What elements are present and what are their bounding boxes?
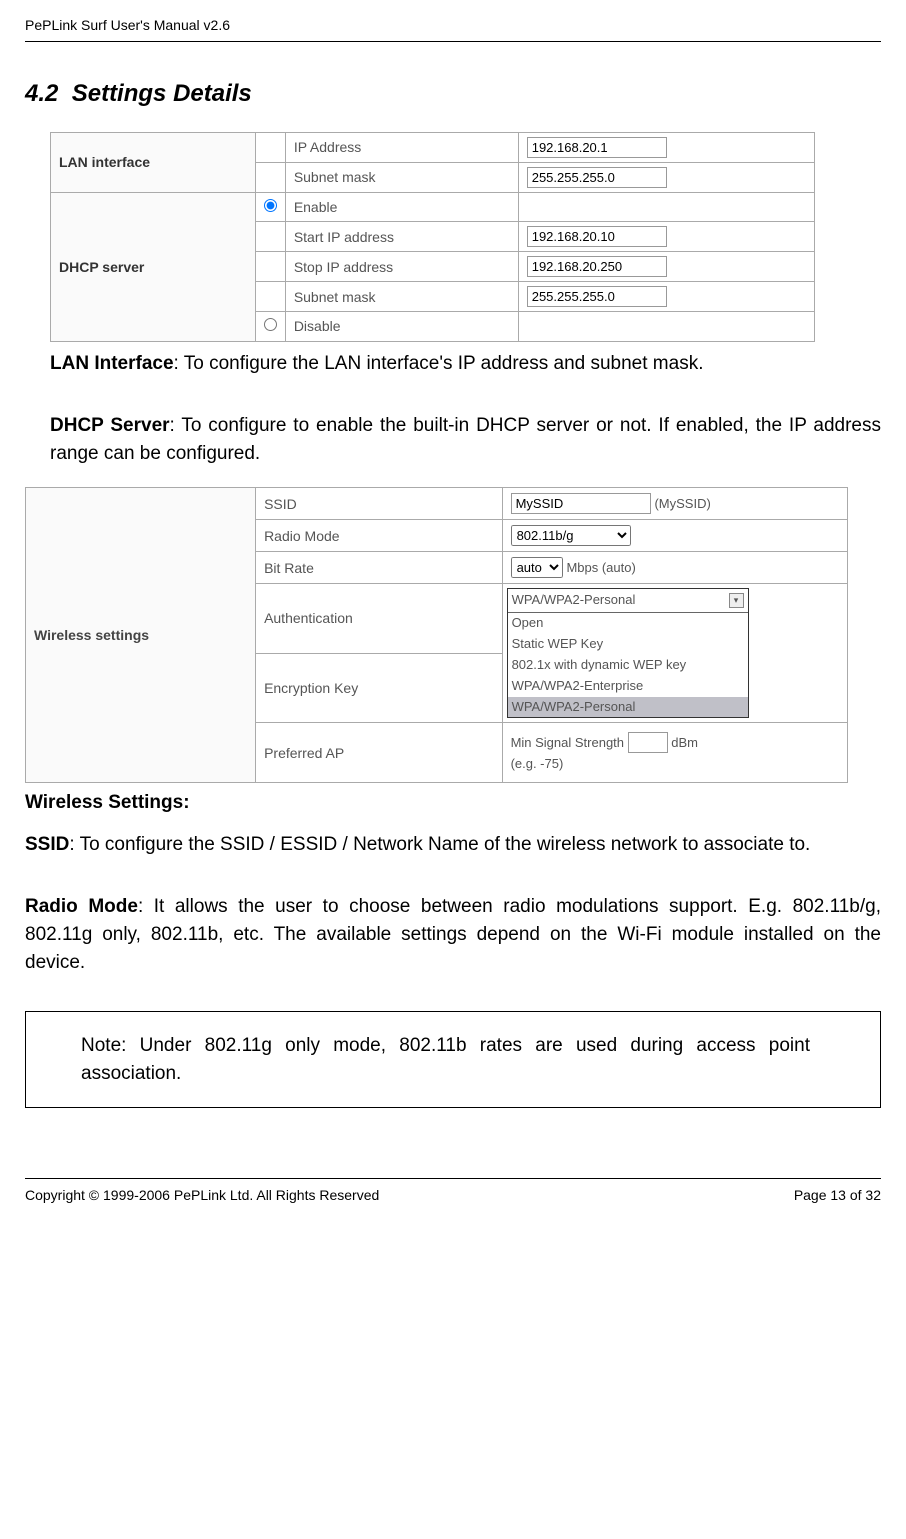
min-sig-input[interactable]: [628, 732, 668, 753]
dhcp-enable-radio[interactable]: [264, 199, 277, 212]
auth-opt-enterprise[interactable]: WPA/WPA2-Enterprise: [508, 676, 748, 697]
wireless-settings-label: Wireless settings: [26, 488, 256, 783]
section-heading: 4.2 Settings Details: [25, 77, 881, 112]
subnet-input[interactable]: [527, 167, 667, 188]
preferred-ap-label: Preferred AP: [256, 723, 503, 783]
radio-mode-paragraph: Radio Mode: It allows the user to choose…: [25, 893, 881, 976]
dhcp-subnet-label: Subnet mask: [285, 282, 518, 312]
ip-address-label: IP Address: [285, 133, 518, 163]
radio-mode-label: Radio Mode: [256, 520, 503, 552]
auth-opt-open[interactable]: Open: [508, 613, 748, 634]
stop-ip-label: Stop IP address: [285, 252, 518, 282]
doc-title: PePLink Surf User's Manual v2.6: [25, 17, 230, 33]
dhcp-subnet-input[interactable]: [527, 286, 667, 307]
min-sig-eg: (e.g. -75): [511, 755, 839, 774]
wireless-settings-heading: Wireless Settings:: [25, 789, 881, 817]
ssid-paragraph: SSID: To configure the SSID / ESSID / Ne…: [25, 831, 881, 859]
copyright: Copyright © 1999-2006 PePLink Ltd. All R…: [25, 1185, 379, 1205]
ip-address-input[interactable]: [527, 137, 667, 158]
disable-label: Disable: [285, 312, 518, 341]
wireless-settings-screenshot: Wireless settings SSID (MySSID) Radio Mo…: [25, 487, 848, 783]
auth-label: Authentication: [256, 584, 503, 654]
radio-mode-bold: Radio Mode: [25, 896, 138, 917]
lan-dhcp-screenshot: LAN interface IP Address Subnet mask DHC…: [50, 132, 815, 342]
lan-interface-bold: LAN Interface: [50, 353, 174, 374]
subnet-label: Subnet mask: [285, 163, 518, 193]
ssid-bold: SSID: [25, 834, 69, 855]
page-number: Page 13 of 32: [794, 1185, 881, 1205]
auth-opt-static-wep[interactable]: Static WEP Key: [508, 634, 748, 655]
enable-label: Enable: [285, 193, 518, 222]
note-box: Note: Under 802.11g only mode, 802.11b r…: [25, 1011, 881, 1108]
min-sig-unit: dBm: [671, 735, 698, 750]
auth-selected: WPA/WPA2-Personal: [512, 591, 636, 610]
encryption-key-label: Encryption Key: [256, 653, 503, 723]
start-ip-label: Start IP address: [285, 222, 518, 252]
doc-header: PePLink Surf User's Manual v2.6: [25, 15, 881, 42]
ssid-paren: (MySSID): [654, 496, 710, 511]
dhcp-disable-radio[interactable]: [264, 318, 277, 331]
auth-opt-8021x[interactable]: 802.1x with dynamic WEP key: [508, 655, 748, 676]
doc-footer: Copyright © 1999-2006 PePLink Ltd. All R…: [25, 1178, 881, 1205]
dhcp-server-label: DHCP server: [51, 193, 256, 342]
note-text: Note: Under 802.11g only mode, 802.11b r…: [81, 1032, 810, 1087]
bitrate-unit: Mbps (auto): [566, 560, 635, 575]
lan-interface-paragraph: LAN Interface: To configure the LAN inte…: [50, 350, 881, 378]
lan-interface-label: LAN interface: [51, 133, 256, 193]
ssid-input[interactable]: [511, 493, 651, 514]
radio-mode-select[interactable]: 802.11b/g: [511, 525, 631, 546]
auth-opt-personal[interactable]: WPA/WPA2-Personal: [508, 697, 748, 718]
stop-ip-input[interactable]: [527, 256, 667, 277]
dhcp-server-paragraph: DHCP Server: To configure to enable the …: [50, 412, 881, 467]
start-ip-input[interactable]: [527, 226, 667, 247]
min-sig-label: Min Signal Strength: [511, 735, 624, 750]
section-title: Settings Details: [72, 80, 252, 107]
bitrate-label: Bit Rate: [256, 552, 503, 584]
dhcp-server-bold: DHCP Server: [50, 415, 170, 436]
chevron-down-icon[interactable]: ▾: [729, 593, 744, 608]
section-number: 4.2: [25, 80, 58, 107]
bitrate-select[interactable]: auto: [511, 557, 563, 578]
ssid-label: SSID: [256, 488, 503, 520]
auth-dropdown[interactable]: WPA/WPA2-Personal ▾ Open Static WEP Key …: [507, 588, 749, 718]
